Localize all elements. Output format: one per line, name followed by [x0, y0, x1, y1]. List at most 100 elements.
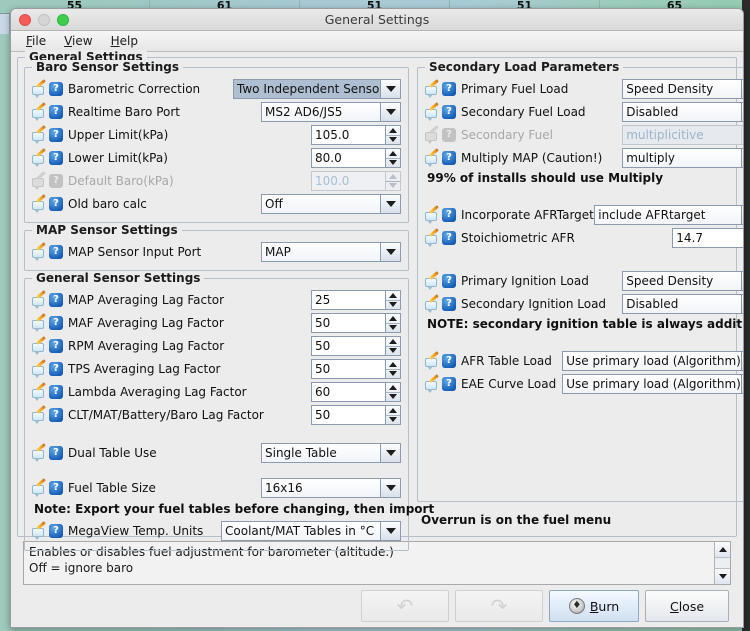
note-icon[interactable] [425, 354, 440, 368]
help-icon[interactable]: ? [442, 274, 456, 288]
scroll-up-arrow-icon[interactable] [715, 542, 730, 558]
combo-eae-curve-load[interactable]: Use primary load (Algorithm) [562, 374, 744, 394]
help-icon[interactable]: ? [49, 316, 63, 330]
note-icon[interactable] [32, 385, 47, 399]
spinner-value[interactable]: 50 [311, 336, 385, 356]
spinner-down-icon[interactable] [386, 370, 400, 379]
note-icon[interactable] [32, 524, 47, 538]
help-icon[interactable]: ? [442, 151, 456, 165]
note-icon[interactable] [32, 105, 47, 119]
help-icon[interactable]: ? [49, 128, 63, 142]
help-icon[interactable]: ? [49, 481, 63, 495]
undo-button[interactable]: ↶ [361, 590, 449, 622]
note-icon[interactable] [32, 82, 47, 96]
note-icon[interactable] [32, 408, 47, 422]
spinner-down-icon[interactable] [386, 393, 400, 402]
help-icon[interactable]: ? [442, 297, 456, 311]
spinner-down-icon[interactable] [386, 416, 400, 425]
chevron-down-icon[interactable] [380, 444, 400, 462]
note-icon[interactable] [32, 362, 47, 376]
spinner-down-icon[interactable] [386, 301, 400, 310]
chevron-down-icon[interactable] [741, 149, 744, 167]
spinner-lower-limit-kpa[interactable]: 80.0 [311, 148, 401, 168]
help-icon[interactable]: ? [49, 408, 63, 422]
spinner-up-icon[interactable] [386, 149, 400, 159]
spinner-up-icon[interactable] [386, 314, 400, 324]
note-icon[interactable] [425, 82, 440, 96]
note-icon[interactable] [32, 446, 47, 460]
spinner-up-icon[interactable] [386, 406, 400, 416]
combo-map-sensor-input-port[interactable]: MAP [261, 242, 401, 262]
spinner-value[interactable]: 60 [311, 382, 385, 402]
note-icon[interactable] [32, 245, 47, 259]
combo-multiply-map-caution[interactable]: multiply [622, 148, 744, 168]
note-icon[interactable] [425, 208, 440, 222]
note-icon[interactable] [32, 339, 47, 353]
spinner-up-icon[interactable] [386, 126, 400, 136]
help-icon[interactable]: ? [442, 231, 456, 245]
spinner-tps-averaging-lag-factor[interactable]: 50 [311, 359, 401, 379]
redo-button[interactable]: ↷ [455, 590, 543, 622]
combo-primary-ignition-load[interactable]: Speed Density [622, 271, 744, 291]
close-window-button[interactable] [19, 14, 31, 26]
spinner-up-icon[interactable] [386, 383, 400, 393]
dual-table-use-combo[interactable]: Single Table [261, 443, 401, 463]
combo-secondary-fuel-load[interactable]: Disabled [622, 102, 744, 122]
spinner-value[interactable]: 50 [311, 359, 385, 379]
megaview-temp-units-combo[interactable]: Coolant/MAT Tables in °C [221, 521, 401, 541]
combo-secondary-ignition-load[interactable]: Disabled [622, 294, 744, 314]
help-icon[interactable]: ? [49, 151, 63, 165]
note-icon[interactable] [425, 297, 440, 311]
help-icon[interactable]: ? [49, 293, 63, 307]
chevron-down-icon[interactable] [380, 479, 400, 497]
close-button[interactable]: Close [645, 590, 729, 622]
fuel-table-size-combo[interactable]: 16x16 [261, 478, 401, 498]
spinner-clt-mat-battery-baro-lag-factor[interactable]: 50 [311, 405, 401, 425]
burn-button[interactable]: ♦ Burn [549, 590, 639, 622]
chevron-down-icon[interactable] [380, 522, 400, 540]
minimize-window-button[interactable] [38, 14, 50, 26]
spinner-up-icon[interactable] [386, 337, 400, 347]
spinner-down-icon[interactable] [386, 347, 400, 356]
help-icon[interactable]: ? [442, 377, 456, 391]
spinner-value[interactable]: 50 [311, 405, 385, 425]
help-icon[interactable]: ? [49, 197, 63, 211]
help-icon[interactable]: ? [49, 385, 63, 399]
note-icon[interactable] [32, 293, 47, 307]
note-icon[interactable] [425, 151, 440, 165]
spinner-value[interactable]: 25 [311, 290, 385, 310]
help-icon[interactable]: ? [442, 105, 456, 119]
chevron-down-icon[interactable] [380, 243, 400, 261]
chevron-down-icon[interactable] [380, 195, 400, 213]
spinner-down-icon[interactable] [386, 136, 400, 145]
chevron-down-icon[interactable] [741, 206, 744, 224]
spinner-upper-limit-kpa[interactable]: 105.0 [311, 125, 401, 145]
help-icon[interactable]: ? [442, 82, 456, 96]
chevron-down-icon[interactable] [380, 80, 400, 98]
spinner-up-icon[interactable] [386, 291, 400, 301]
scroll-down-arrow-icon[interactable] [715, 568, 730, 584]
note-icon[interactable] [32, 197, 47, 211]
spinner-value[interactable]: 50 [311, 313, 385, 333]
chevron-down-icon[interactable] [741, 272, 744, 290]
spinner-down-icon[interactable] [386, 324, 400, 333]
help-icon[interactable]: ? [49, 82, 63, 96]
spinner-value[interactable]: 80.0 [311, 148, 385, 168]
chevron-down-icon[interactable] [741, 352, 744, 370]
help-icon[interactable]: ? [49, 446, 63, 460]
note-icon[interactable] [425, 105, 440, 119]
spinner-map-averaging-lag-factor[interactable]: 25 [311, 290, 401, 310]
combo-primary-fuel-load[interactable]: Speed Density [622, 79, 744, 99]
note-icon[interactable] [425, 377, 440, 391]
combo-afr-table-load[interactable]: Use primary load (Algorithm) [562, 351, 744, 371]
menu-item-view[interactable]: View [55, 33, 101, 49]
spinner-up-icon[interactable] [386, 360, 400, 370]
combo-old-baro-calc[interactable]: Off [261, 194, 401, 214]
help-icon[interactable]: ? [442, 208, 456, 222]
help-icon[interactable]: ? [442, 354, 456, 368]
note-icon[interactable] [32, 316, 47, 330]
combo-incorporate-afrtarget[interactable]: include AFRtarget [594, 205, 744, 225]
chevron-down-icon[interactable] [741, 103, 744, 121]
chevron-down-icon[interactable] [380, 103, 400, 121]
zoom-window-button[interactable] [57, 14, 69, 26]
